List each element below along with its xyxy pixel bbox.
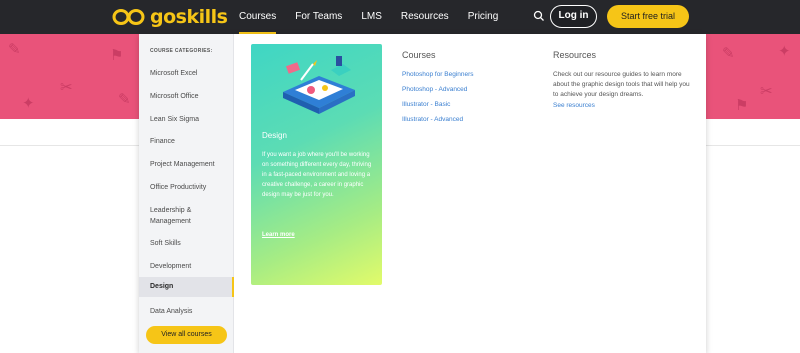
pattern-icon: ✂ xyxy=(60,79,73,96)
pattern-icon: ✂ xyxy=(760,83,773,100)
search-icon[interactable] xyxy=(533,10,545,22)
logo-text: goskills xyxy=(150,6,228,28)
nav-pricing[interactable]: Pricing xyxy=(468,0,499,34)
nav-lms[interactable]: LMS xyxy=(361,0,382,34)
category-microsoft-office[interactable]: Microsoft Office xyxy=(139,91,234,102)
design-illustration-icon xyxy=(283,56,355,114)
category-leadership-management[interactable]: Leadership & Management xyxy=(139,205,209,227)
category-finance[interactable]: Finance xyxy=(139,136,234,147)
nav-courses[interactable]: Courses xyxy=(239,0,277,34)
login-button[interactable]: Log in xyxy=(550,5,597,28)
course-link-photoshop-advanced[interactable]: Photoshop - Advanced xyxy=(402,86,467,93)
courses-mega-menu: COURSE CATEGORIES: Microsoft Excel Micro… xyxy=(139,34,706,353)
learn-more-link[interactable]: Learn more xyxy=(262,232,295,238)
category-project-management[interactable]: Project Management xyxy=(139,159,234,170)
pattern-icon: ✎ xyxy=(8,41,21,58)
logo[interactable]: goskills xyxy=(112,6,228,28)
course-link-photoshop-beginners[interactable]: Photoshop for Beginners xyxy=(402,71,474,78)
pattern-icon: ✦ xyxy=(778,43,791,60)
pattern-icon: ✎ xyxy=(118,91,131,108)
category-soft-skills[interactable]: Soft Skills xyxy=(139,238,234,249)
resources-column-title: Resources xyxy=(553,50,597,60)
category-lean-six-sigma[interactable]: Lean Six Sigma xyxy=(139,114,234,125)
main-nav: Courses For Teams LMS Resources Pricing xyxy=(239,0,517,34)
goskills-logo-icon xyxy=(112,9,145,25)
pattern-icon: ⚑ xyxy=(110,47,124,64)
resources-description: Check out our resource guides to learn m… xyxy=(553,71,690,98)
courses-column-title: Courses xyxy=(402,50,436,60)
course-link-illustrator-advanced[interactable]: Illustrator - Advanced xyxy=(402,116,463,123)
category-design[interactable]: Design xyxy=(139,277,234,297)
category-microsoft-excel[interactable]: Microsoft Excel xyxy=(139,68,234,79)
feature-title: Design xyxy=(262,131,287,140)
nav-for-teams[interactable]: For Teams xyxy=(295,0,342,34)
pattern-icon: ✦ xyxy=(22,95,35,112)
view-all-courses-button[interactable]: View all courses xyxy=(146,326,227,344)
start-free-trial-button[interactable]: Start free trial xyxy=(607,5,689,28)
category-office-productivity[interactable]: Office Productivity xyxy=(139,182,234,193)
feature-description: If you want a job where you'll be workin… xyxy=(262,152,372,198)
design-feature-card[interactable]: Design If you want a job where you'll be… xyxy=(251,44,382,285)
see-resources-link[interactable]: See resources xyxy=(553,102,595,109)
category-development[interactable]: Development xyxy=(139,261,234,272)
category-sidebar: COURSE CATEGORIES: Microsoft Excel Micro… xyxy=(139,34,234,353)
course-link-illustrator-basic[interactable]: Illustrator - Basic xyxy=(402,101,450,108)
top-navigation-bar: goskills Courses For Teams LMS Resources… xyxy=(0,0,800,34)
pattern-icon: ✎ xyxy=(722,45,735,62)
categories-heading: COURSE CATEGORIES: xyxy=(150,48,213,54)
pattern-icon: ⚑ xyxy=(735,97,749,114)
category-data-analysis[interactable]: Data Analysis xyxy=(139,306,234,317)
nav-resources[interactable]: Resources xyxy=(401,0,449,34)
